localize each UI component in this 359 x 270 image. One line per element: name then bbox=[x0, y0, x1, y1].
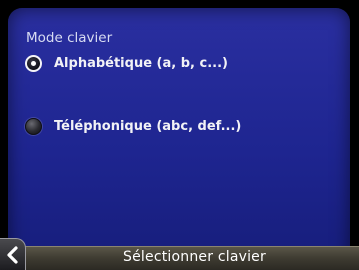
option-telephonic[interactable]: Téléphonique (abc, def...) bbox=[25, 118, 241, 135]
back-button[interactable] bbox=[0, 238, 26, 270]
keyboard-mode-panel: Mode clavier Alphabétique (a, b, c...) T… bbox=[8, 8, 350, 270]
device-frame: Mode clavier Alphabétique (a, b, c...) T… bbox=[0, 0, 359, 270]
option-alphabetic-label: Alphabétique (a, b, c...) bbox=[54, 56, 228, 71]
chevron-left-icon bbox=[6, 245, 18, 264]
radio-dot bbox=[31, 61, 36, 66]
radio-button-selected[interactable] bbox=[25, 55, 42, 72]
screen-title: Sélectionner clavier bbox=[123, 249, 266, 265]
option-alphabetic[interactable]: Alphabétique (a, b, c...) bbox=[25, 55, 228, 72]
option-telephonic-label: Téléphonique (abc, def...) bbox=[54, 119, 242, 134]
radio-button-unselected[interactable] bbox=[25, 118, 42, 135]
section-title: Mode clavier bbox=[26, 30, 113, 46]
